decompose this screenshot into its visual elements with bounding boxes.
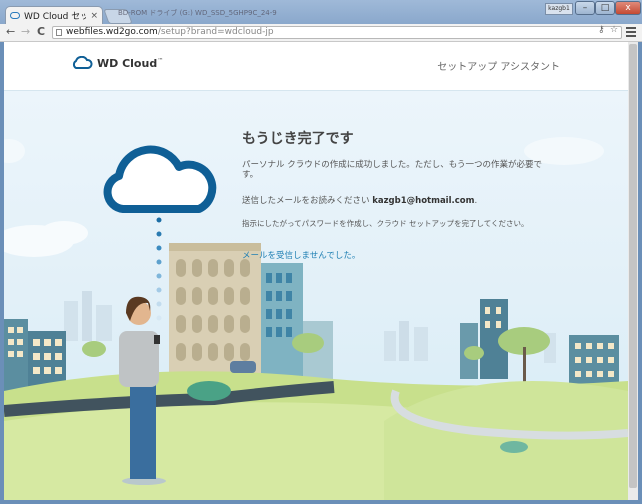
connection-dots [156,217,162,321]
tab-title: WD Cloud セットア [24,12,87,22]
back-button[interactable]: ← [6,26,15,38]
completion-panel: もうじき完了です パーソナル クラウドの作成に成功しました。ただし、もう一つの作… [242,128,542,262]
background-window-title: BD-ROM ドライブ (G:) WD_SSD_5GHP9C_24-9 [118,9,277,17]
minimize-button[interactable]: – [575,1,595,15]
forward-button[interactable]: → [21,26,30,38]
window-titlebar: WD Cloud セットア × BD-ROM ドライブ (G:) WD_SSD_… [0,0,642,24]
browser-tab[interactable]: WD Cloud セットア × [5,6,103,24]
wd-cloud-logo: WD Cloud™ [71,56,163,70]
page-title: もうじき完了です [242,131,354,147]
tab-close-button[interactable]: × [90,11,98,21]
email-instruction: 送信したメールをお読みください kazgb1@hotmail.com. [242,196,478,206]
cloud-graphic-icon [103,145,217,213]
user-email: kazgb1@hotmail.com [372,196,475,206]
scrollbar-thumb[interactable] [629,44,637,488]
logo-text: WD Cloud™ [97,56,164,70]
page-icon [56,29,62,36]
chrome-menu-icon[interactable] [626,27,636,37]
setup-assistant-label: セットアップ アシスタント [437,62,560,73]
hero-scene: もうじき完了です パーソナル クラウドの作成に成功しました。ただし、もう一つの作… [4,91,628,500]
reload-button[interactable]: C [37,26,45,38]
profile-chip[interactable]: kazgb1 [545,3,573,15]
maximize-button[interactable]: □ [595,1,615,15]
key-icon[interactable]: ⚷ [598,25,605,35]
browser-toolbar: ← → C webfiles.wd2go.com/setup?brand=wdc… [0,24,642,42]
url-host: webfiles.wd2go.com [66,27,158,37]
close-window-button[interactable]: x [615,1,641,15]
email-not-received-link[interactable]: メールを受信しませんでした。 [242,251,360,261]
page-viewport: WD Cloud™ セットアップ アシスタント もうじき完了です パーソナル ク… [4,42,628,500]
site-header: WD Cloud™ セットアップ アシスタント [4,42,628,91]
cloud-logo-icon [72,56,93,69]
bookmark-star-icon[interactable]: ☆ [610,25,618,35]
vertical-scrollbar[interactable] [628,42,638,500]
wd-cloud-favicon-icon [10,12,20,19]
address-bar[interactable]: webfiles.wd2go.com/setup?brand=wdcloud-j… [52,26,622,39]
url-path: /setup?brand=wdcloud-jp [157,27,274,37]
password-instruction: 指示にしたがってパスワードを作成し、クラウド セットアップを完了してください。 [242,219,529,228]
success-message: パーソナル クラウドの作成に成功しました。ただし、もう一つの作業が必要です。 [242,160,542,180]
